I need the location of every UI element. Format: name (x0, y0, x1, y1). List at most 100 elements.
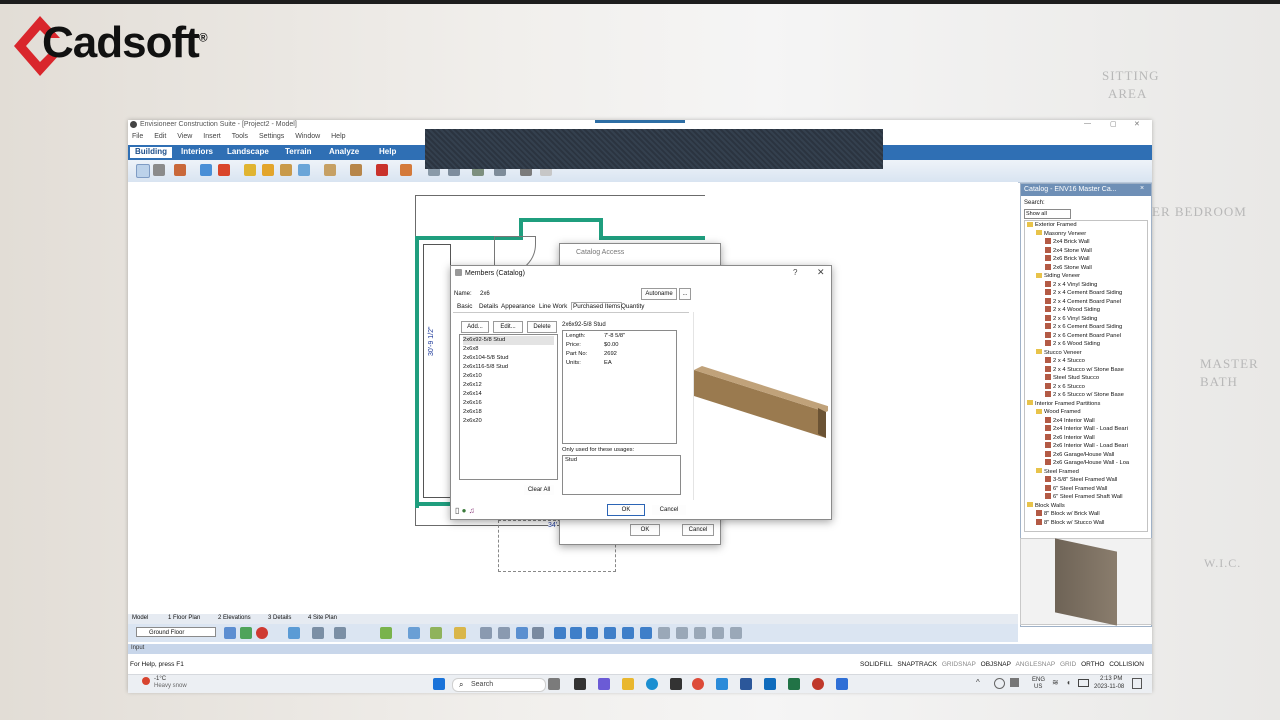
catalog-tree-item[interactable]: 2 x 6 Vinyl Siding (1025, 314, 1147, 324)
notification-icon[interactable] (1132, 678, 1142, 689)
usage-box[interactable]: Stud (562, 455, 681, 495)
name-input[interactable]: 2x6 (477, 289, 633, 300)
tab-help[interactable]: Help (374, 147, 401, 158)
menu-view[interactable]: View (177, 133, 192, 140)
walk-icon[interactable] (676, 627, 688, 639)
catalog-tree-folder[interactable]: Steel Framed (1025, 468, 1147, 477)
edge-icon[interactable] (646, 678, 658, 690)
clear-all-button[interactable]: Clear All (523, 484, 555, 496)
stair-tool-icon[interactable] (280, 164, 292, 176)
view-tab-details[interactable]: 3 Details (268, 615, 291, 621)
close-icon[interactable]: ✕ (1134, 120, 1140, 128)
add-button[interactable]: Add... (461, 321, 489, 333)
tab-terrain[interactable]: Terrain (280, 147, 317, 158)
tab-appearance[interactable]: Appearance (501, 303, 535, 310)
wall-top-right[interactable] (599, 236, 705, 240)
taskbar-app-1-icon[interactable] (574, 678, 586, 690)
tab-basic[interactable]: Basic (457, 303, 472, 310)
taskbar-app-2-icon[interactable] (670, 678, 682, 690)
catalog-tree-item[interactable]: 2x6 Garage/House Wall - Loa (1025, 459, 1147, 468)
tab-analyze[interactable]: Analyze (324, 147, 364, 158)
catalog-tree-item[interactable]: 2x4 Stone Wall (1025, 246, 1147, 256)
view-icon-1[interactable] (224, 627, 236, 639)
catalog-tree-item[interactable]: 2 x 6 Cement Board Panel (1025, 331, 1147, 341)
zoom-previous-icon[interactable] (622, 627, 634, 639)
name-ellipsis-button[interactable]: ... (679, 288, 691, 300)
catalog-tree-item[interactable]: 2x6 Interior Wall - Load Beari (1025, 442, 1147, 451)
wall-bay-top[interactable] (519, 218, 603, 222)
catalog-tree-folder[interactable]: Block Walls (1025, 502, 1147, 511)
toggle-gridsnap[interactable]: GRIDSNAP (942, 661, 976, 668)
catalog-tree-item[interactable]: 2 x 4 Stucco (1025, 357, 1147, 366)
toggle-collision[interactable]: COLLISION (1109, 661, 1144, 668)
catalog-tree-item[interactable]: 2 x 4 Wood Siding (1025, 306, 1147, 315)
house-tool-icon[interactable] (174, 164, 186, 176)
landscape-icon[interactable] (380, 627, 392, 639)
view-icon-5[interactable] (480, 627, 492, 639)
view-tab-model[interactable]: Model (132, 615, 148, 621)
terrain-icon[interactable] (430, 627, 442, 639)
music-icon[interactable]: ♫ (469, 506, 475, 515)
catalog-tree-item[interactable]: 2 x 6 Cement Board Siding (1025, 323, 1147, 332)
view-icon-2[interactable] (240, 627, 252, 639)
language-code[interactable]: ENG (1032, 677, 1045, 683)
record-icon[interactable] (256, 627, 268, 639)
catalog-tree-item[interactable]: 6" Steel Framed Shaft Wall (1025, 493, 1147, 502)
paint-tool-icon[interactable] (153, 164, 165, 176)
purchased-item-row[interactable]: 2x6x18 (463, 408, 554, 417)
catalog-tree-item[interactable]: 2 x 4 Cement Board Siding (1025, 289, 1147, 298)
catalog-tree-item[interactable]: 3-5/8" Steel Framed Wall (1025, 476, 1147, 485)
catalog-tree-item[interactable]: 2 x 4 Stucco w/ Stone Base (1025, 365, 1147, 375)
menu-settings[interactable]: Settings (259, 133, 284, 140)
view-icon-9[interactable] (694, 627, 706, 639)
purchased-item-row[interactable]: 2x6x12 (463, 381, 554, 390)
chrome-icon[interactable] (692, 678, 704, 690)
catalog-tree-item[interactable]: 2 x 6 Stucco w/ Stone Base (1025, 391, 1147, 400)
tray-chevron-icon[interactable]: ^ (976, 678, 980, 687)
battery-icon[interactable] (1078, 679, 1089, 687)
zoom-extents-icon[interactable] (604, 627, 616, 639)
tray-icon-1[interactable] (994, 678, 1005, 689)
input-bar[interactable]: Input (128, 644, 1152, 654)
volume-icon[interactable]: ◖ (1066, 678, 1071, 687)
grid-icon[interactable] (454, 627, 466, 639)
catalog-tree-item[interactable]: 2 x 4 Vinyl Siding (1025, 280, 1147, 290)
catalog-tree-item[interactable]: 2x4 Interior Wall - Load Beari (1025, 425, 1147, 434)
catalog-tree-item[interactable]: 6" Steel Framed Wall (1025, 484, 1147, 494)
catalog-tree-folder[interactable]: Masonry Veneer (1025, 230, 1147, 239)
catalog-tree-folder[interactable]: Wood Framed (1025, 408, 1147, 417)
purchased-item-row[interactable]: 2x6x20 (463, 417, 554, 426)
wall-bottom-left[interactable] (415, 502, 451, 506)
catalog-tree-item[interactable]: Steel Stud Stucco (1025, 374, 1147, 383)
menu-file[interactable]: File (132, 133, 143, 140)
globe-icon[interactable]: ● (462, 506, 467, 515)
file-explorer-icon[interactable] (622, 678, 634, 690)
tab-details[interactable]: Details (479, 303, 498, 310)
weather-icon[interactable] (142, 677, 150, 685)
zoom-window-icon[interactable] (586, 627, 598, 639)
start-icon[interactable] (433, 678, 445, 690)
toggle-objsnap[interactable]: OBJSNAP (981, 661, 1011, 668)
floor-select[interactable]: Ground Floor (136, 627, 216, 637)
menu-tools[interactable]: Tools (232, 133, 248, 140)
wall-left[interactable] (415, 236, 419, 508)
tray-icon-2[interactable] (1010, 678, 1019, 687)
catalog-access-cancel-button[interactable]: Cancel (682, 524, 714, 536)
view-icon-4[interactable] (334, 627, 346, 639)
tab-line-work[interactable]: Line Work (539, 303, 567, 310)
catalog-tree-item[interactable]: 2x6 Stone Wall (1025, 263, 1147, 273)
word-icon[interactable] (740, 678, 752, 690)
catalog-tree-item[interactable]: 2x6 Garage/House Wall (1025, 450, 1147, 460)
toggle-grid[interactable]: GRID (1060, 661, 1076, 668)
toggle-snaptrack[interactable]: SNAPTRACK (897, 661, 937, 668)
edit-button[interactable]: Edit... (493, 321, 523, 333)
wall-tool-icon[interactable] (200, 164, 212, 176)
door-tool-icon[interactable] (218, 164, 230, 176)
view-tab-site-plan[interactable]: 4 Site Plan (308, 615, 337, 621)
view-tab-elevations[interactable]: 2 Elevations (218, 615, 251, 621)
catalog-tree-item[interactable]: 2x4 Brick Wall (1025, 238, 1147, 247)
catalog-close-icon[interactable]: × (1140, 185, 1144, 192)
purchased-item-row[interactable]: 2x6x10 (463, 372, 554, 381)
catalog-tree-folder[interactable]: Exterior Framed (1025, 221, 1147, 230)
menu-window[interactable]: Window (295, 133, 320, 140)
